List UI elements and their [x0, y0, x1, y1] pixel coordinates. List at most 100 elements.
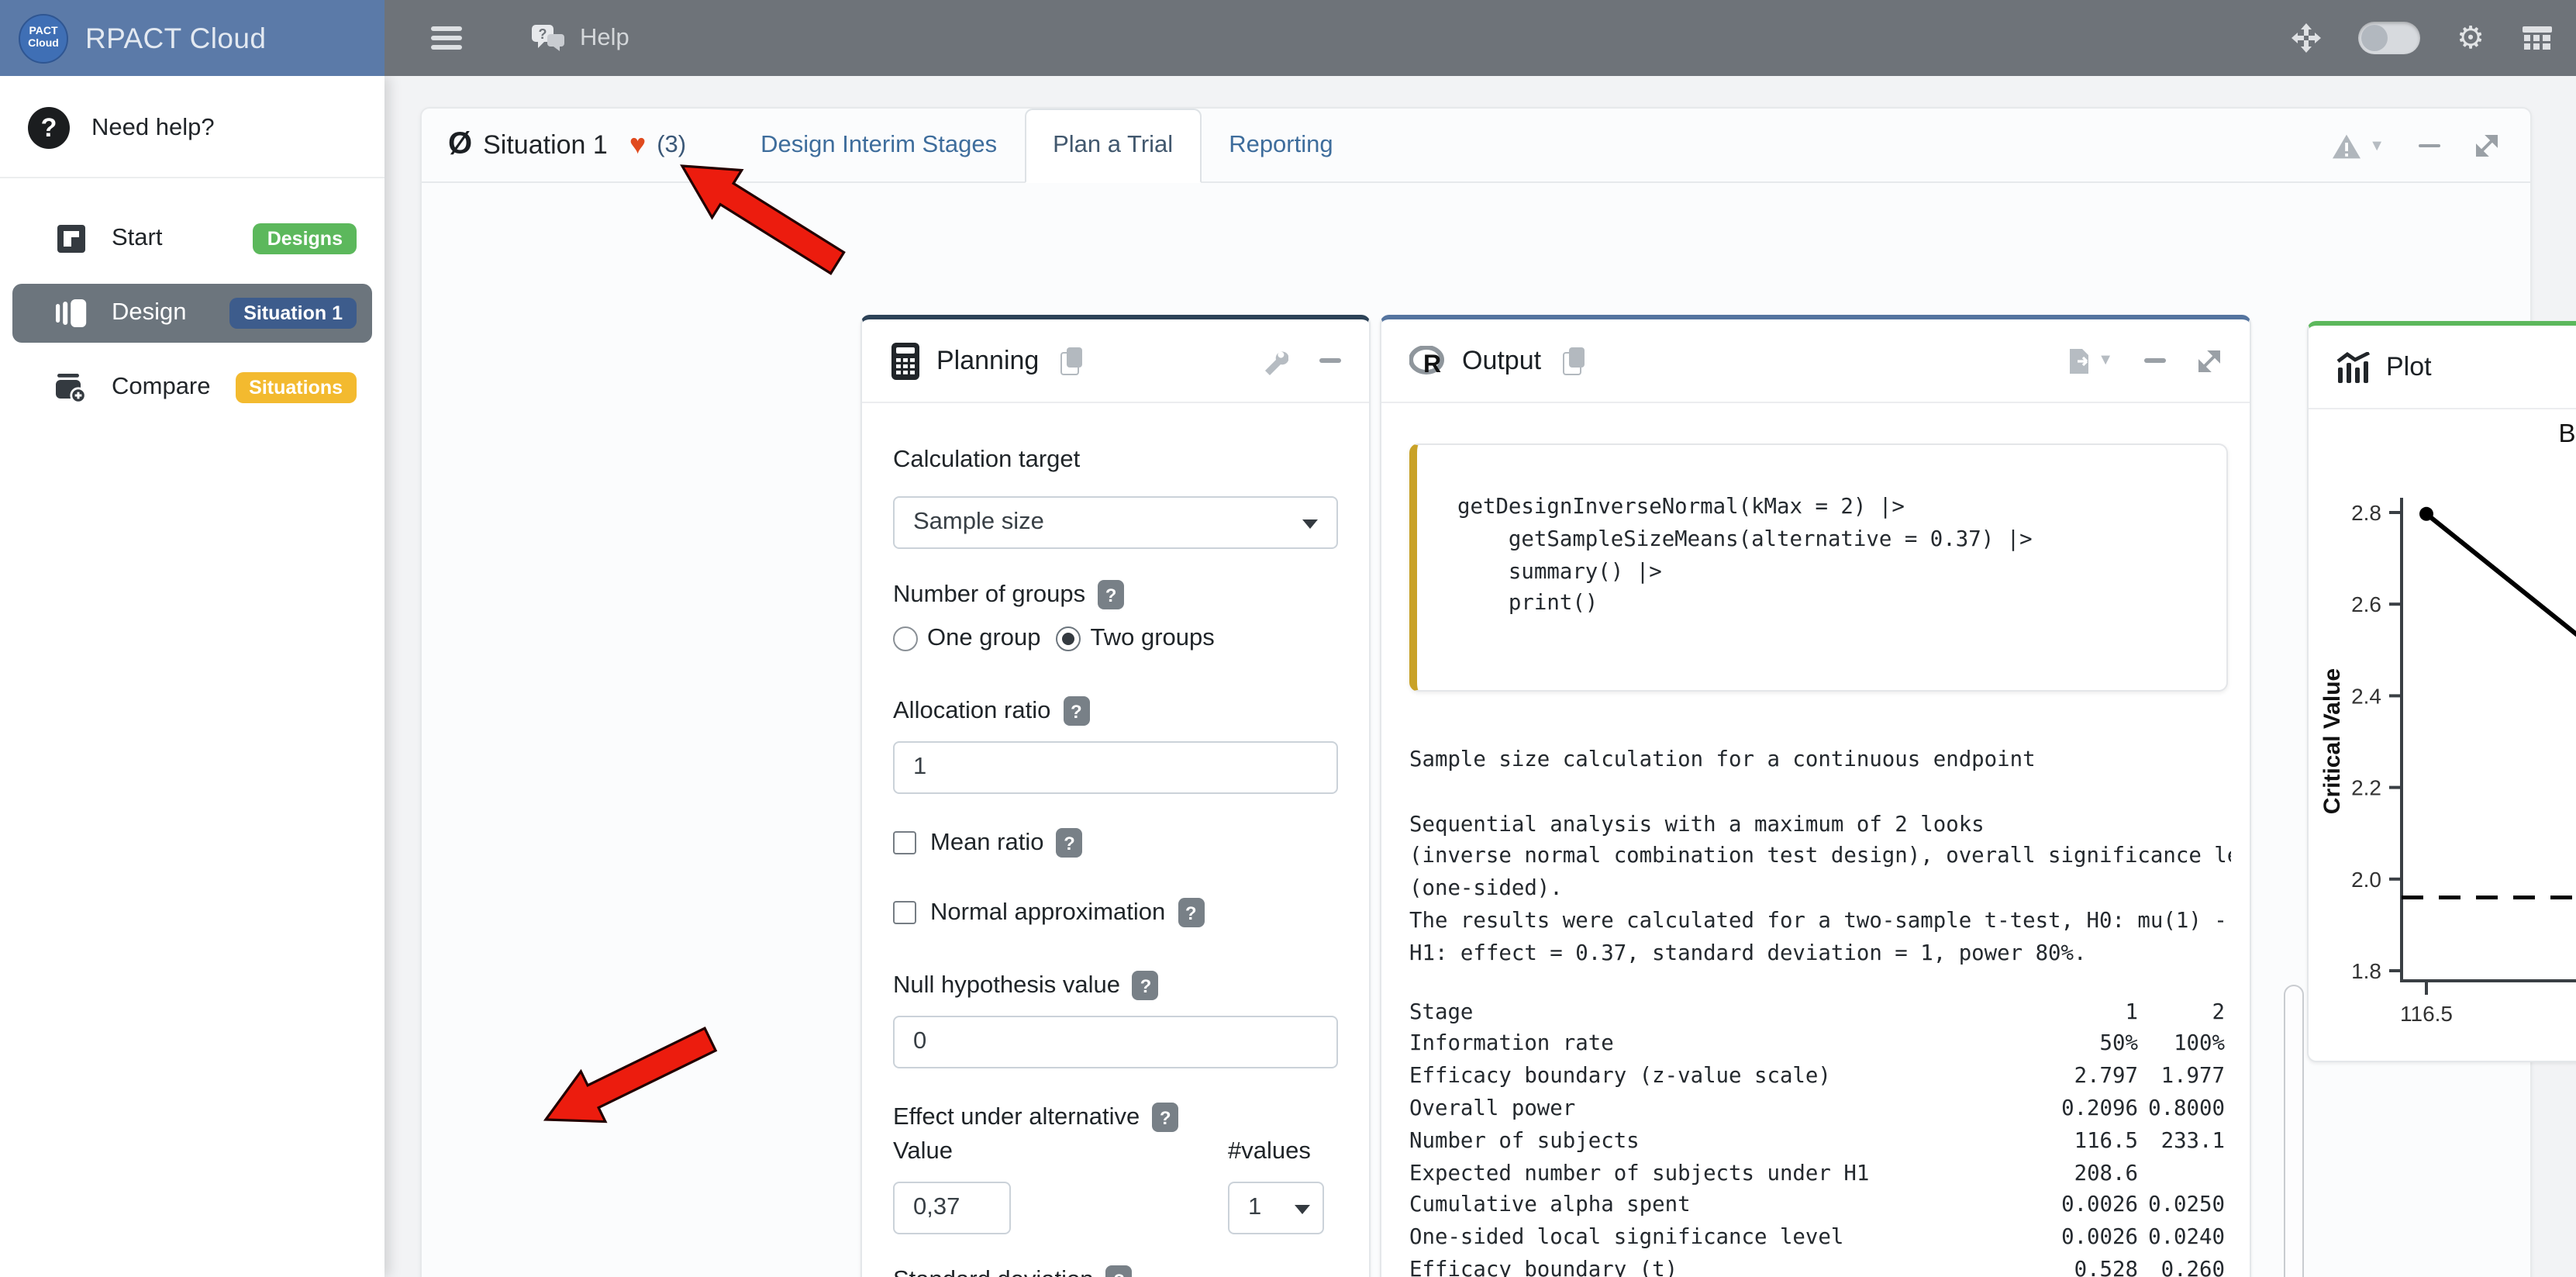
- y-axis-label: Critical Value: [2319, 668, 2345, 814]
- table-row-stage2-value: 100%: [2138, 1029, 2225, 1061]
- table-row-stage1-value: 0.0026: [2051, 1190, 2138, 1223]
- groups-radio-group: One group Two groups: [893, 625, 1338, 653]
- table-row: Overall power0.20960.8000: [1409, 1093, 2225, 1126]
- help-question-icon[interactable]: ?: [1106, 1265, 1133, 1277]
- effect-alternative-label: Effect under alternative?: [893, 1103, 1338, 1132]
- logo-text-2: Cloud: [28, 38, 59, 50]
- table-row-stage2-value: 0.0250: [2138, 1190, 2225, 1223]
- table-row-label: Expected number of subjects under H1: [1409, 1158, 2051, 1190]
- radio-one-group[interactable]: [893, 626, 918, 651]
- table-row-label: Efficacy boundary (z-value scale): [1409, 1061, 2051, 1093]
- boundaries-chart: BoundariesCritical ValueSample Size1.82.…: [2309, 408, 2576, 1059]
- copy-icon[interactable]: [1563, 347, 1586, 374]
- planning-title: Planning: [936, 345, 1039, 376]
- table-row-stage2-value: 0.260: [2138, 1255, 2225, 1277]
- app-window: PACT Cloud RPACT Cloud ? Help: [0, 0, 2576, 1277]
- brand-header: PACT Cloud RPACT Cloud: [0, 0, 385, 76]
- caret-down-icon: ▼: [2098, 352, 2113, 369]
- sidebar-item-label: Compare: [112, 374, 235, 402]
- r-code-block: getDesignInverseNormal(kMax = 2) |> getS…: [1409, 443, 2228, 692]
- tab-design-interim-stages[interactable]: Design Interim Stages: [733, 109, 1025, 181]
- sidebar-item-compare[interactable]: CompareSituations: [12, 358, 372, 417]
- copy-icon[interactable]: [1060, 347, 1084, 374]
- caret-down-icon: [1302, 519, 1318, 529]
- table-row-label: Stage: [1409, 996, 2051, 1029]
- x-tick-label: 116.5: [2400, 1002, 2453, 1026]
- fullscreen-arrows-icon[interactable]: [2291, 23, 2320, 53]
- null-hypothesis-input[interactable]: [893, 1016, 1338, 1068]
- help-question-icon[interactable]: ?: [1056, 828, 1082, 858]
- vertical-scrollbar-thumb[interactable]: [2284, 985, 2304, 1277]
- stack-plus-icon: [56, 373, 87, 402]
- warnings-dropdown[interactable]: ▼: [2332, 133, 2385, 159]
- favorites-count[interactable]: (3): [657, 131, 686, 159]
- mean-ratio-label[interactable]: Mean ratio: [930, 829, 1043, 857]
- table-row-label: Overall power: [1409, 1093, 2051, 1126]
- output-panel: R Output ▼: [1380, 315, 2251, 1277]
- table-row: Efficacy boundary (z-value scale)2.7971.…: [1409, 1061, 2225, 1093]
- question-circle-icon: ?: [28, 107, 70, 149]
- export-dropdown[interactable]: ▼: [2068, 347, 2113, 374]
- help-question-icon[interactable]: ?: [1178, 898, 1204, 927]
- expand-icon[interactable]: [2474, 133, 2499, 158]
- normal-approx-checkbox[interactable]: [893, 901, 916, 924]
- situation-slash-icon: Ø: [448, 127, 472, 163]
- wrench-icon[interactable]: [1260, 347, 1288, 374]
- expand-icon[interactable]: [2197, 348, 2222, 373]
- table-row-label: Cumulative alpha spent: [1409, 1190, 2051, 1223]
- radio-two-groups[interactable]: [1057, 626, 1081, 651]
- help-question-icon[interactable]: ?: [1133, 971, 1159, 1000]
- help-question-icon[interactable]: ?: [1063, 696, 1089, 726]
- normal-approx-label[interactable]: Normal approximation: [930, 899, 1165, 927]
- need-help-item[interactable]: ? Need help?: [0, 76, 385, 177]
- code-line: print(): [1457, 588, 2202, 621]
- columns-icon: [56, 299, 87, 327]
- collapse-planning-icon[interactable]: [1319, 358, 1341, 362]
- help-question-icon[interactable]: ?: [1098, 580, 1124, 609]
- nvalues-select[interactable]: 1: [1228, 1182, 1324, 1234]
- tab-reporting[interactable]: Reporting: [1201, 109, 1360, 181]
- output-line: Sample size calculation for a continuous…: [1409, 744, 2231, 777]
- tabs: Design Interim StagesPlan a TrialReporti…: [733, 109, 1361, 181]
- favorites-heart-icon[interactable]: ♥: [629, 129, 646, 161]
- help-menu[interactable]: ? Help: [530, 22, 629, 53]
- tab-plan-a-trial[interactable]: Plan a Trial: [1025, 109, 1201, 183]
- table-row-label: Number of subjects: [1409, 1126, 2051, 1158]
- plot-title: Plot: [2386, 351, 2432, 382]
- table-row-stage1-value: 0.528: [2051, 1255, 2138, 1277]
- help-question-icon[interactable]: ?: [1152, 1103, 1178, 1132]
- minimize-icon[interactable]: [2419, 143, 2440, 147]
- caret-down-icon: ▼: [2369, 137, 2385, 154]
- calc-target-value: Sample size: [913, 509, 1044, 537]
- situation-title: Situation 1: [483, 129, 608, 160]
- sidebar-toggle-hamburger-icon[interactable]: [431, 21, 462, 55]
- svg-text:?: ?: [539, 26, 547, 41]
- dark-mode-toggle[interactable]: [2357, 22, 2419, 54]
- sidebar-item-design[interactable]: DesignSituation 1: [12, 284, 372, 343]
- y-tick-label: 1.8: [2351, 959, 2381, 983]
- mean-ratio-checkbox[interactable]: [893, 831, 916, 854]
- settings-gear-icon[interactable]: ⚙: [2457, 19, 2485, 57]
- svg-text:R: R: [1423, 349, 1441, 376]
- table-row: Information rate50%100%: [1409, 1029, 2225, 1061]
- table-row-label: Information rate: [1409, 1029, 2051, 1061]
- table-row-stage2-value: 1.977: [2138, 1061, 2225, 1093]
- table-row-stage2-value: 2: [2138, 996, 2225, 1029]
- sidebar-item-start[interactable]: StartDesigns: [12, 209, 372, 268]
- warning-triangle-icon: [2332, 133, 2361, 159]
- tab-bar: Ø Situation 1 ♥ (3) Design Interim Stage…: [422, 109, 2530, 183]
- allocation-ratio-input[interactable]: [893, 741, 1338, 794]
- grid-icon[interactable]: [2522, 26, 2551, 50]
- rpact-logo: PACT Cloud: [19, 13, 68, 63]
- y-tick-label: 2.6: [2351, 592, 2381, 616]
- radio-one-group-label[interactable]: One group: [927, 625, 1041, 653]
- radio-two-groups-label[interactable]: Two groups: [1091, 625, 1215, 653]
- collapse-output-icon[interactable]: [2144, 358, 2166, 362]
- chart-title: Boundaries: [2559, 419, 2576, 447]
- r-output-text: Sample size calculation for a continuous…: [1409, 744, 2231, 970]
- effect-value-input[interactable]: [893, 1182, 1011, 1234]
- logo-text-1: PACT: [29, 26, 57, 38]
- table-row: Stage12: [1409, 996, 2225, 1029]
- table-row-stage2-value: 0.8000: [2138, 1093, 2225, 1126]
- calc-target-select[interactable]: Sample size: [893, 496, 1338, 549]
